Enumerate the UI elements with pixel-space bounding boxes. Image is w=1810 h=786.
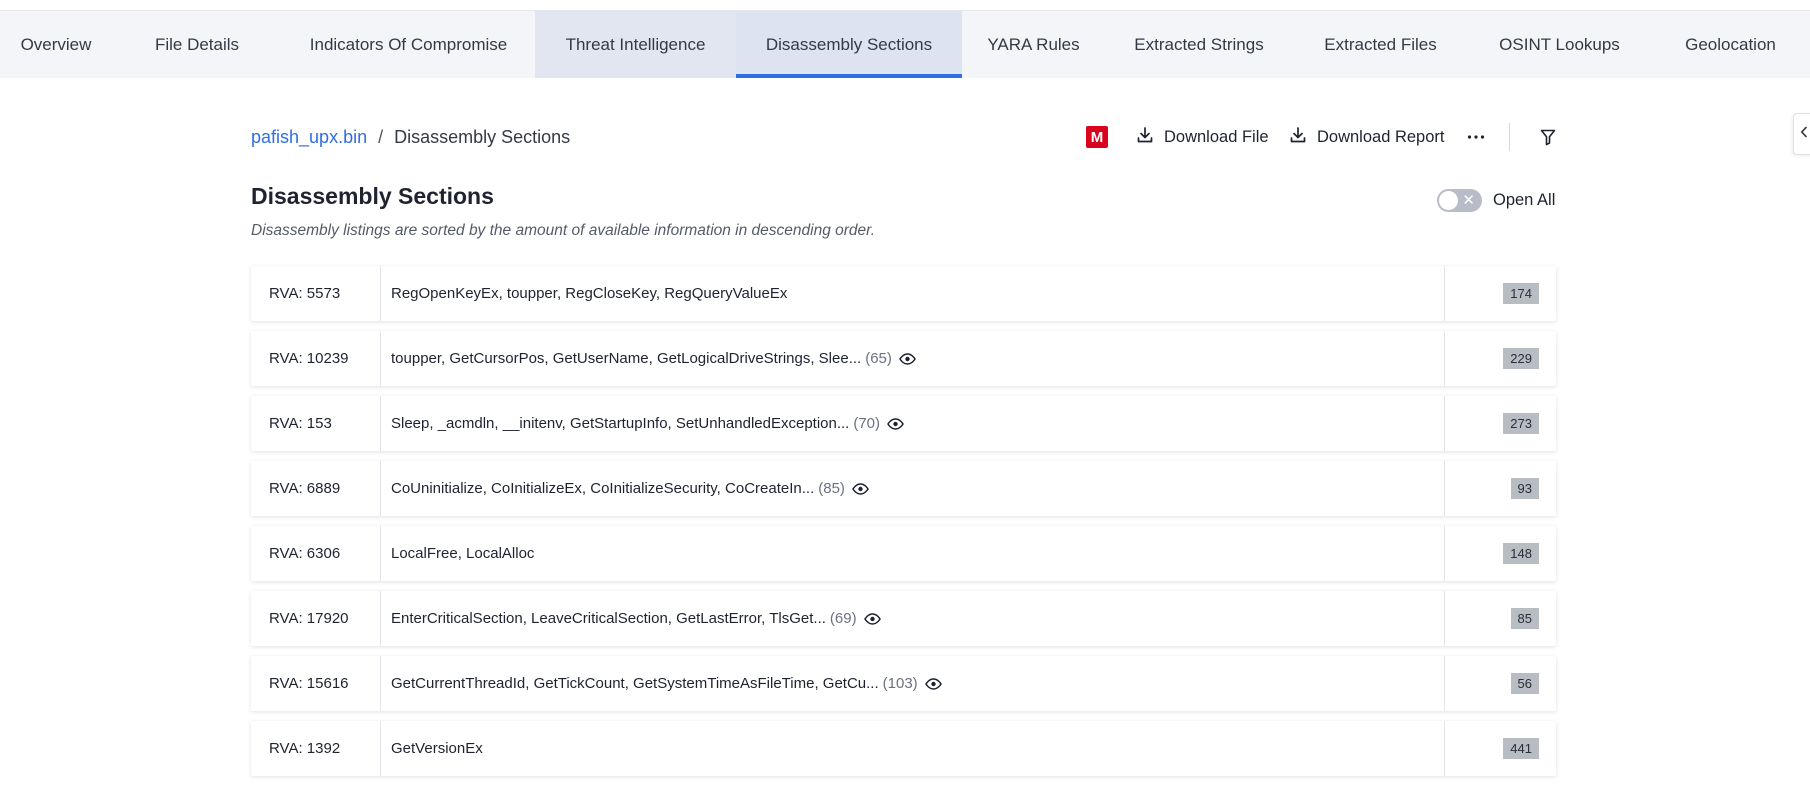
count-cell: 148 [1444,526,1556,581]
download-icon [1135,125,1164,150]
count-cell: 441 [1444,721,1556,776]
list-item[interactable]: RVA: 153 Sleep, _acmdln, __initenv, GetS… [251,396,1556,451]
ellipsis-icon[interactable] [1464,124,1488,150]
rva-cell: RVA: 1392 [251,721,381,776]
rva-cell: RVA: 6889 [251,461,381,516]
tab-bar: Overview File Details Indicators Of Comp… [0,11,1810,78]
tab-disassembly-sections[interactable]: Disassembly Sections [736,11,962,78]
functions-text: Sleep, _acmdln, __initenv, GetStartupInf… [391,415,850,432]
functions-cell: CoUninitialize, CoInitializeEx, CoInitia… [381,461,1444,516]
count-badge: 273 [1503,413,1539,434]
tab-osint-lookups[interactable]: OSINT Lookups [1468,11,1651,78]
top-strip [0,0,1810,11]
tab-yara-rules[interactable]: YARA Rules [962,11,1105,78]
more-count: (103) [882,675,918,692]
count-badge: 174 [1503,283,1539,304]
rva-cell: RVA: 17920 [251,591,381,646]
open-all-control: ✕ Open All [1437,189,1555,212]
list-item[interactable]: RVA: 5573 RegOpenKeyEx, toupper, RegClos… [251,266,1556,321]
tab-extracted-files[interactable]: Extracted Files [1293,11,1468,78]
tab-extracted-strings[interactable]: Extracted Strings [1105,11,1293,78]
rva-cell: RVA: 15616 [251,656,381,711]
count-badge: 56 [1510,673,1539,694]
eye-icon[interactable] [924,677,942,690]
more-count: (65) [865,350,892,367]
list-item[interactable]: RVA: 10239 toupper, GetCursorPos, GetUse… [251,331,1556,386]
count-badge: 85 [1510,608,1539,629]
functions-cell: EnterCriticalSection, LeaveCriticalSecti… [381,591,1444,646]
list-item[interactable]: RVA: 1392 GetVersionEx 441 [251,721,1556,776]
tab-indicators-of-compromise[interactable]: Indicators Of Compromise [282,11,535,78]
tab-threat-intelligence[interactable]: Threat Intelligence [535,11,736,78]
eye-icon[interactable] [863,612,881,625]
eye-icon[interactable] [887,417,904,430]
filter-icon[interactable] [1536,125,1560,149]
breadcrumb: pafish_upx.bin / Disassembly Sections [251,124,570,150]
eye-icon[interactable] [899,352,916,365]
functions-cell: GetCurrentThreadId, GetTickCount, GetSys… [381,656,1444,711]
more-count: (69) [829,610,857,627]
toolbar-divider [1509,123,1510,151]
rva-cell: RVA: 10239 [251,331,381,386]
count-badge: 441 [1503,738,1539,759]
side-panel-toggle[interactable] [1793,113,1810,155]
functions-text: GetVersionEx [391,740,483,757]
breadcrumb-file-link[interactable]: pafish_upx.bin [251,127,367,148]
more-count: (85) [818,480,845,497]
functions-text: RegOpenKeyEx, toupper, RegCloseKey, RegQ… [391,285,788,302]
download-report-button[interactable]: Download Report [1288,124,1445,150]
functions-cell: LocalFree, LocalAlloc [381,526,1444,581]
tab-overview[interactable]: Overview [0,11,112,78]
download-file-label: Download File [1164,127,1269,146]
download-report-label: Download Report [1317,127,1445,146]
count-cell: 85 [1444,591,1556,646]
rva-cell: RVA: 5573 [251,266,381,321]
breadcrumb-current: Disassembly Sections [394,126,571,147]
count-cell: 229 [1444,331,1556,386]
functions-cell: RegOpenKeyEx, toupper, RegCloseKey, RegQ… [381,266,1444,321]
functions-text: LocalFree, LocalAlloc [391,545,535,562]
section-title: Disassembly Sections [251,183,494,209]
rva-cell: RVA: 6306 [251,526,381,581]
count-cell: 174 [1444,266,1556,321]
download-icon [1288,125,1317,150]
list-item[interactable]: RVA: 6889 CoUninitialize, CoInitializeEx… [251,461,1556,516]
more-count: (70) [853,415,881,432]
section-subtitle: Disassembly listings are sorted by the a… [251,222,876,239]
list-item[interactable]: RVA: 17920 EnterCriticalSection, LeaveCr… [251,591,1556,646]
count-badge: 93 [1510,478,1539,499]
functions-text: CoUninitialize, CoInitializeEx, CoInitia… [391,480,815,497]
tab-geolocation[interactable]: Geolocation [1651,11,1810,78]
count-badge: 229 [1503,348,1539,369]
eye-icon[interactable] [852,482,869,495]
close-icon: ✕ [1462,192,1475,209]
list-item[interactable]: RVA: 15616 GetCurrentThreadId, GetTickCo… [251,656,1556,711]
functions-text: toupper, GetCursorPos, GetUserName, GetL… [391,350,862,367]
open-all-label: Open All [1493,191,1556,209]
list-item[interactable]: RVA: 6306 LocalFree, LocalAlloc 148 [251,526,1556,581]
count-badge: 148 [1503,543,1539,564]
breadcrumb-separator: / [378,126,384,147]
functions-cell: Sleep, _acmdln, __initenv, GetStartupInf… [381,396,1444,451]
chevron-left-icon [1800,125,1808,143]
open-all-toggle[interactable]: ✕ [1437,189,1482,212]
rva-cell: RVA: 153 [251,396,381,451]
count-cell: 273 [1444,396,1556,451]
download-file-button[interactable]: Download File [1135,124,1269,150]
toggle-knob [1439,191,1458,210]
count-cell: 93 [1444,461,1556,516]
functions-text: GetCurrentThreadId, GetTickCount, GetSys… [391,675,879,692]
count-cell: 56 [1444,656,1556,711]
functions-cell: GetVersionEx [381,721,1444,776]
disassembly-list: RVA: 5573 RegOpenKeyEx, toupper, RegClos… [251,266,1556,786]
functions-cell: toupper, GetCursorPos, GetUserName, GetL… [381,331,1444,386]
tab-file-details[interactable]: File Details [112,11,282,78]
malware-badge[interactable]: M [1086,126,1108,148]
functions-text: EnterCriticalSection, LeaveCriticalSecti… [391,610,826,627]
